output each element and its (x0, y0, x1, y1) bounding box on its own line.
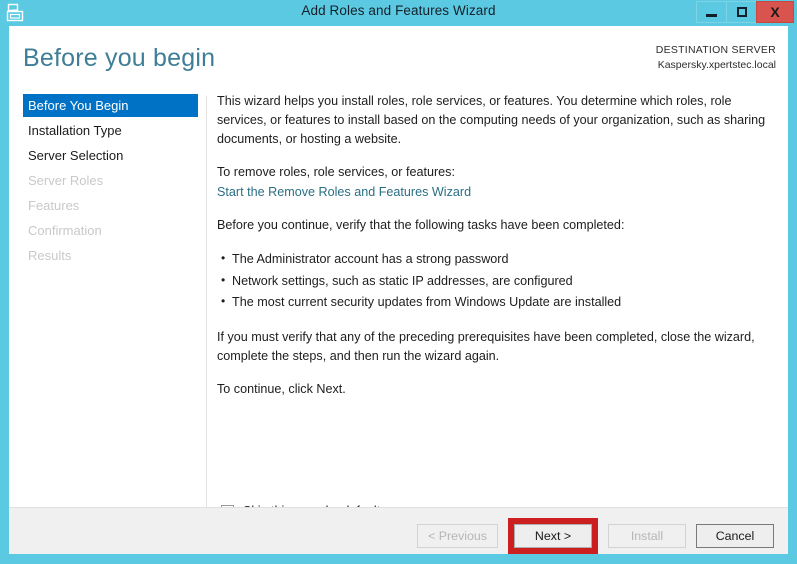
wizard-step-list: Before You Begin Installation Type Serve… (9, 94, 199, 514)
list-item: The most current security updates from W… (221, 291, 772, 314)
sidebar-divider (206, 96, 207, 514)
footer-button-group: < Previous Next > Install Cancel (417, 518, 774, 554)
maximize-button[interactable] (726, 1, 757, 23)
sidebar-item-before-you-begin[interactable]: Before You Begin (23, 94, 198, 117)
prerequisite-note: If you must verify that any of the prece… (217, 329, 755, 363)
dialog-footer: < Previous Next > Install Cancel (9, 507, 788, 554)
dialog-body: Before you begin DESTINATION SERVER Kasp… (9, 26, 788, 554)
sidebar-item-results: Results (28, 248, 72, 263)
destination-server-value: Kaspersky.xpertstec.local (657, 58, 776, 71)
cancel-button-slot: Cancel (696, 524, 774, 548)
list-item: Network settings, such as static IP addr… (221, 270, 772, 293)
intro-paragraph: This wizard helps you install roles, rol… (217, 94, 766, 147)
install-button: Install (608, 524, 686, 548)
sidebar-item-server-selection[interactable]: Server Selection (9, 144, 199, 167)
window-controls: X (696, 1, 794, 23)
close-button[interactable]: X (756, 1, 794, 23)
verify-prompt: Before you continue, verify that the fol… (217, 217, 625, 232)
title-bar[interactable]: Add Roles and Features Wizard X (0, 0, 797, 24)
main-content: This wizard helps you install roles, rol… (217, 92, 772, 413)
sidebar-item-installation-type[interactable]: Installation Type (9, 119, 199, 142)
window-title: Add Roles and Features Wizard (301, 3, 496, 18)
remove-prompt: To remove roles, role services, or featu… (217, 165, 455, 180)
next-button[interactable]: Next > (514, 524, 592, 548)
minimize-button[interactable] (696, 1, 727, 23)
sidebar-item-confirmation: Confirmation (28, 223, 102, 238)
install-button-slot: Install (608, 524, 686, 548)
continue-note: To continue, click Next. (217, 382, 346, 397)
minimize-icon (706, 13, 717, 17)
previous-button-slot: < Previous (417, 524, 498, 548)
sidebar-item-features: Features (28, 198, 80, 213)
previous-button: < Previous (417, 524, 498, 548)
remove-roles-wizard-link[interactable]: Start the Remove Roles and Features Wiza… (217, 183, 471, 202)
next-button-highlight: Next > (508, 518, 598, 554)
sidebar-item-server-roles: Server Roles (28, 173, 104, 188)
page-title: Before you begin (23, 44, 216, 72)
prerequisite-list: The Administrator account has a strong p… (217, 248, 772, 314)
destination-server-block: DESTINATION SERVER Kaspersky.xpertstec.l… (656, 43, 776, 73)
destination-server-label: DESTINATION SERVER (655, 44, 776, 56)
cancel-button[interactable]: Cancel (696, 524, 774, 548)
list-item: The Administrator account has a strong p… (221, 248, 772, 271)
page-header: Before you begin DESTINATION SERVER Kasp… (9, 26, 788, 94)
maximize-icon (736, 7, 747, 17)
wizard-window: Add Roles and Features Wizard X Before y… (0, 0, 797, 564)
